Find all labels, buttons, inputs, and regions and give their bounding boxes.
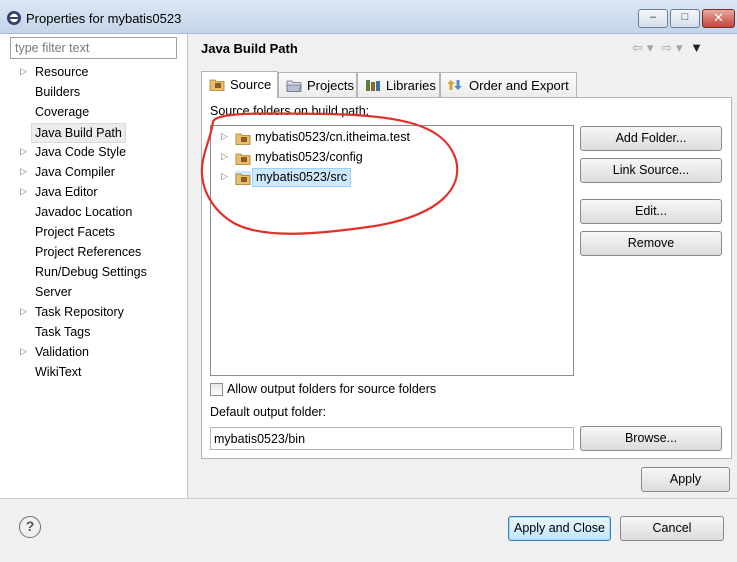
default-output-folder-label: Default output folder: (210, 405, 327, 419)
close-icon: ✕ (713, 10, 724, 25)
nav-item-label: Java Editor (35, 185, 98, 199)
page-nav-toolbar: ⇦ ▾ ⇨ ▾ ▼ (632, 40, 707, 56)
add-folder-button[interactable]: Add Folder... (580, 126, 722, 151)
nav-item[interactable]: WikiText (0, 363, 188, 383)
source-folder-label: mybatis0523/src (252, 168, 352, 187)
nav-item-label: Server (35, 285, 72, 299)
close-button[interactable]: ✕ (702, 9, 735, 28)
source-folder-label: mybatis0523/config (255, 150, 363, 164)
projects-icon (286, 80, 302, 92)
allow-output-folders-label[interactable]: Allow output folders for source folders (227, 382, 436, 396)
tab-order-and-export[interactable]: Order and Export (440, 72, 577, 97)
source-folder-row[interactable]: ▷ mybatis0523/cn.itheima.test (211, 128, 571, 148)
default-output-folder-field[interactable] (210, 427, 574, 450)
source-icon (209, 79, 225, 91)
source-folder-row-selected[interactable]: ▷ mybatis0523/src (211, 168, 571, 188)
nav-item[interactable]: Builders (0, 83, 188, 103)
nav-item[interactable]: ▷ Task Repository (0, 303, 188, 323)
footer-divider (0, 498, 737, 499)
source-folders-label: Source folders on build path: (210, 104, 370, 118)
title-bar: Properties for mybatis0523 – □ ✕ (0, 0, 737, 34)
expand-arrow-icon[interactable]: ▷ (20, 306, 27, 317)
tab-projects[interactable]: Projects (278, 72, 357, 97)
expand-arrow-icon[interactable]: ▷ (20, 346, 27, 357)
source-folder-row[interactable]: ▷ mybatis0523/config (211, 148, 571, 168)
package-folder-icon (235, 153, 251, 165)
maximize-button[interactable]: □ (670, 9, 700, 28)
nav-item-label: Task Tags (35, 325, 91, 339)
apply-and-close-button[interactable]: Apply and Close (508, 516, 611, 541)
property-page-list: ▷ Resource Builders Coverage Java Build Path… (0, 63, 188, 383)
maximize-icon: □ (681, 11, 689, 23)
cancel-button[interactable]: Cancel (620, 516, 724, 541)
view-menu-icon[interactable]: ▼ (690, 40, 703, 55)
window-title: Properties for mybatis0523 (26, 11, 182, 26)
nav-item-label: Javadoc Location (35, 205, 133, 219)
nav-item[interactable]: ▷ Resource (0, 63, 188, 83)
source-folder-label: mybatis0523/cn.itheima.test (255, 130, 410, 144)
nav-item-label: Project References (35, 245, 142, 259)
package-folder-icon (235, 133, 251, 145)
package-folder-icon (235, 171, 251, 185)
expand-arrow-icon[interactable]: ▷ (20, 186, 27, 197)
nav-item-label: Resource (35, 65, 89, 79)
nav-item[interactable]: Task Tags (0, 323, 188, 343)
eclipse-app-icon (7, 11, 21, 25)
nav-item[interactable]: ▷ Java Compiler (0, 163, 188, 183)
link-source-button[interactable]: Link Source... (580, 158, 722, 183)
nav-item-label: Validation (35, 345, 89, 359)
source-folders-tree[interactable]: ▷ mybatis0523/cn.itheima.test ▷ mybatis0… (210, 125, 574, 376)
expand-arrow-icon[interactable]: ▷ (20, 146, 27, 157)
nav-item[interactable]: ▷ Validation (0, 343, 188, 363)
edit-button[interactable]: Edit... (580, 199, 722, 224)
nav-item[interactable]: Server (0, 283, 188, 303)
nav-item-label: Project Facets (35, 225, 115, 239)
nav-item[interactable]: Run/Debug Settings (0, 263, 188, 283)
allow-output-folders-checkbox[interactable] (210, 383, 223, 396)
tab-libraries-label: Libraries (386, 78, 436, 93)
expand-arrow-icon[interactable]: ▷ (221, 131, 228, 142)
nav-item-label: Java Build Path (31, 123, 126, 143)
forward-dropdown-icon[interactable]: ▾ (676, 40, 683, 55)
remove-button[interactable]: Remove (580, 231, 722, 256)
nav-item-label: Java Compiler (35, 165, 115, 179)
nav-item-label: Coverage (35, 105, 90, 119)
nav-item[interactable]: Project References (0, 243, 188, 263)
nav-item[interactable]: Coverage (0, 103, 188, 123)
nav-item[interactable]: Project Facets (0, 223, 188, 243)
tab-source[interactable]: Source (201, 71, 278, 98)
browse-button[interactable]: Browse... (580, 426, 722, 451)
nav-item-label: Builders (35, 85, 81, 99)
help-icon[interactable]: ? (19, 516, 41, 538)
expand-arrow-icon[interactable]: ▷ (20, 166, 27, 177)
expand-arrow-icon[interactable]: ▷ (20, 66, 27, 77)
expand-arrow-icon[interactable]: ▷ (221, 151, 228, 162)
minimize-icon: – (649, 11, 657, 23)
nav-item[interactable]: ▷ Java Code Style (0, 143, 188, 163)
nav-item-label: WikiText (35, 365, 82, 379)
tab-order-and-export-label: Order and Export (469, 78, 569, 93)
nav-item[interactable]: ▷ Java Editor (0, 183, 188, 203)
expand-arrow-icon[interactable]: ▷ (221, 171, 228, 182)
page-title: Java Build Path (201, 41, 298, 56)
forward-arrow-icon[interactable]: ⇨ (661, 40, 672, 55)
nav-item-label: Java Code Style (35, 145, 127, 159)
nav-item[interactable]: Javadoc Location (0, 203, 188, 223)
libraries-icon (366, 80, 380, 91)
order-export-icon (448, 80, 462, 90)
back-arrow-icon[interactable]: ⇦ (632, 40, 643, 55)
nav-item[interactable]: Java Build Path (0, 123, 188, 143)
nav-item-label: Task Repository (35, 305, 124, 319)
tab-projects-label: Projects (307, 78, 354, 93)
minimize-button[interactable]: – (638, 9, 668, 28)
apply-button[interactable]: Apply (641, 467, 730, 492)
properties-nav-pane: ▷ Resource Builders Coverage Java Build Path… (0, 34, 188, 498)
filter-input[interactable] (10, 37, 177, 59)
tab-libraries[interactable]: Libraries (357, 72, 440, 97)
back-dropdown-icon[interactable]: ▾ (647, 40, 654, 55)
nav-item-label: Run/Debug Settings (35, 265, 147, 279)
tab-source-label: Source (230, 77, 272, 92)
